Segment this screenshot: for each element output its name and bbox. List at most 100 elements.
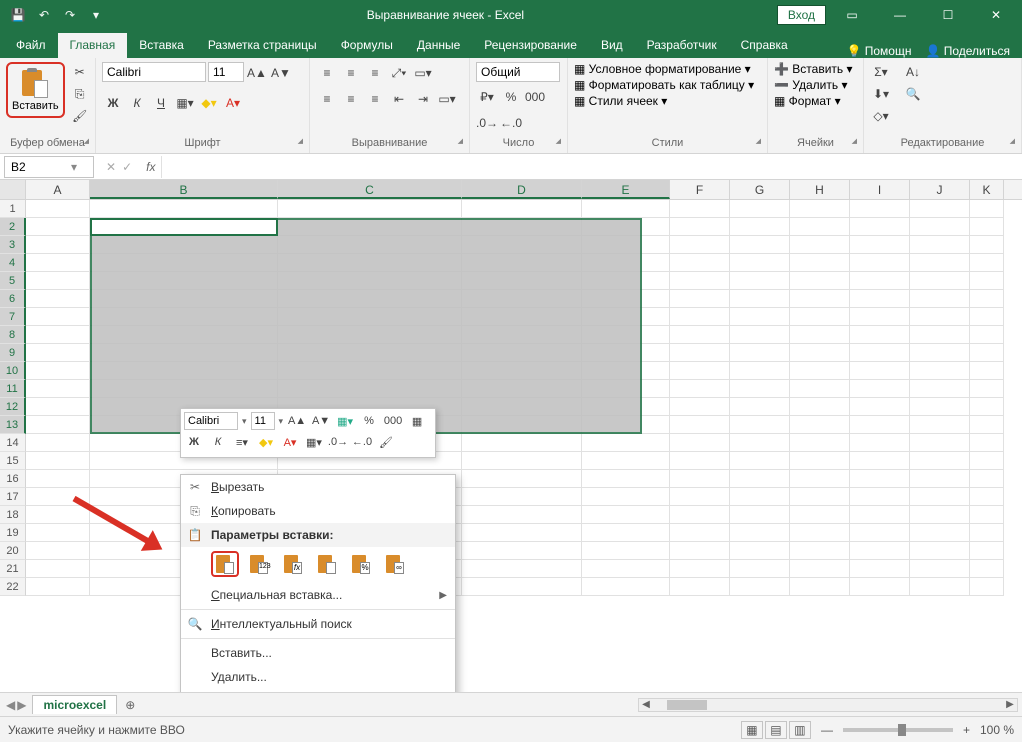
insert-cells-button[interactable]: ➕ Вставить ▾ — [774, 62, 857, 76]
paste-option-formulas[interactable]: fx — [279, 551, 307, 577]
cell[interactable] — [730, 254, 790, 272]
find-select-icon[interactable]: 🔍 — [902, 84, 924, 104]
format-painter-icon[interactable]: 🖌 — [69, 106, 91, 126]
select-all-corner[interactable] — [0, 180, 26, 199]
cell[interactable] — [730, 560, 790, 578]
tab-home[interactable]: Главная — [58, 33, 128, 58]
wrap-text-icon[interactable]: ▭▾ — [412, 62, 434, 84]
align-bottom-icon[interactable]: ≡ — [364, 62, 386, 84]
cell[interactable] — [462, 488, 582, 506]
cell[interactable] — [26, 308, 90, 326]
row-header-8[interactable]: 8 — [0, 326, 26, 344]
save-icon[interactable]: 💾 — [6, 3, 30, 27]
cell[interactable] — [790, 380, 850, 398]
row-header-14[interactable]: 14 — [0, 434, 26, 452]
cell[interactable] — [26, 290, 90, 308]
cell[interactable] — [26, 380, 90, 398]
mini-inc-decimal-icon[interactable]: .0→ — [328, 433, 348, 451]
mini-size-input[interactable] — [251, 412, 275, 430]
sort-filter-icon[interactable]: A↓ — [902, 62, 924, 82]
font-color-icon[interactable]: A▾ — [222, 92, 244, 114]
cell[interactable] — [850, 542, 910, 560]
cell[interactable] — [730, 488, 790, 506]
tab-developer[interactable]: Разработчик — [635, 33, 729, 58]
cell[interactable] — [970, 380, 1004, 398]
cell[interactable] — [582, 578, 670, 596]
cell[interactable] — [26, 254, 90, 272]
cell[interactable] — [910, 272, 970, 290]
number-format-input[interactable] — [476, 62, 560, 82]
fill-icon[interactable]: ⬇▾ — [870, 84, 892, 104]
cell[interactable] — [970, 254, 1004, 272]
cell[interactable] — [26, 506, 90, 524]
cell[interactable] — [970, 488, 1004, 506]
cell[interactable] — [790, 488, 850, 506]
paste-option-values[interactable]: 123 — [245, 551, 273, 577]
row-header-12[interactable]: 12 — [0, 398, 26, 416]
cell[interactable] — [970, 542, 1004, 560]
cell[interactable] — [26, 236, 90, 254]
cell[interactable] — [790, 578, 850, 596]
cell[interactable] — [26, 452, 90, 470]
cell[interactable] — [850, 308, 910, 326]
cell[interactable] — [670, 524, 730, 542]
name-box[interactable]: ▾ — [4, 156, 94, 178]
cell[interactable] — [850, 560, 910, 578]
cell[interactable] — [790, 236, 850, 254]
font-name-input[interactable] — [102, 62, 206, 82]
cell[interactable] — [26, 434, 90, 452]
cell[interactable] — [970, 308, 1004, 326]
row-header-6[interactable]: 6 — [0, 290, 26, 308]
cell[interactable] — [850, 254, 910, 272]
column-header-K[interactable]: K — [970, 180, 1004, 199]
cell[interactable] — [970, 398, 1004, 416]
cell[interactable] — [850, 272, 910, 290]
cell[interactable] — [730, 434, 790, 452]
comma-icon[interactable]: 000 — [524, 86, 546, 108]
zoom-in-icon[interactable]: + — [963, 723, 970, 737]
cell[interactable] — [850, 470, 910, 488]
cell[interactable] — [462, 434, 582, 452]
cell[interactable] — [970, 218, 1004, 236]
cell[interactable] — [790, 344, 850, 362]
cell[interactable] — [790, 398, 850, 416]
cell[interactable] — [26, 326, 90, 344]
column-header-J[interactable]: J — [910, 180, 970, 199]
cell[interactable] — [462, 542, 582, 560]
cell[interactable] — [970, 560, 1004, 578]
cell[interactable] — [670, 290, 730, 308]
column-header-H[interactable]: H — [790, 180, 850, 199]
cell[interactable] — [462, 470, 582, 488]
cell[interactable] — [462, 524, 582, 542]
cell[interactable] — [850, 506, 910, 524]
column-header-C[interactable]: C — [278, 180, 462, 199]
tell-me-button[interactable]: 💡 Помощн — [846, 44, 911, 58]
cell[interactable] — [730, 416, 790, 434]
cell[interactable] — [790, 326, 850, 344]
cell[interactable] — [730, 344, 790, 362]
increase-decimal-icon[interactable]: .0→ — [476, 112, 498, 134]
cell[interactable] — [730, 218, 790, 236]
ctx-delete[interactable]: Удалить... — [181, 665, 455, 689]
cell[interactable] — [970, 524, 1004, 542]
cell[interactable] — [582, 434, 670, 452]
cell[interactable] — [850, 524, 910, 542]
row-header-9[interactable]: 9 — [0, 344, 26, 362]
cell[interactable] — [910, 524, 970, 542]
cell[interactable] — [790, 542, 850, 560]
mini-font-input[interactable] — [184, 412, 238, 430]
cell[interactable] — [850, 344, 910, 362]
paste-option-link[interactable]: ∞ — [381, 551, 409, 577]
cell[interactable] — [790, 434, 850, 452]
cell[interactable] — [850, 416, 910, 434]
ctx-smart-lookup[interactable]: 🔍Интеллектуальный поиск — [181, 612, 455, 636]
delete-cells-button[interactable]: ➖ Удалить ▾ — [774, 78, 857, 92]
cell[interactable] — [910, 434, 970, 452]
cell[interactable] — [910, 506, 970, 524]
cell[interactable] — [462, 506, 582, 524]
cell[interactable] — [850, 398, 910, 416]
row-header-18[interactable]: 18 — [0, 506, 26, 524]
mini-format-painter-icon[interactable]: 🖌 — [376, 433, 396, 451]
horizontal-scrollbar[interactable]: ◀▶ — [638, 698, 1018, 712]
cell[interactable] — [26, 218, 90, 236]
